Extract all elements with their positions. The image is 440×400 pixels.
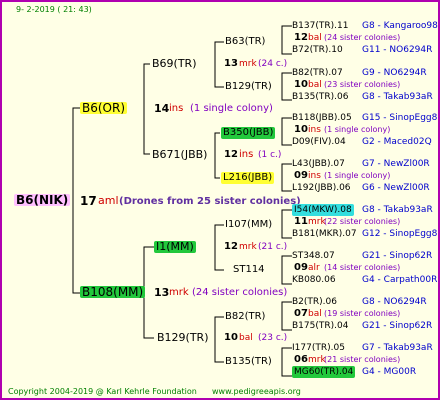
gen3-d1-queen[interactable]: B82(TR) <box>225 311 265 323</box>
gen1-upper-note: (1 single colony) <box>190 103 273 114</box>
gen3-d2-queen[interactable]: B135(TR) <box>225 356 272 368</box>
gen3-c1-queen[interactable]: I107(MM) <box>225 219 272 231</box>
gen1-upper-breeder: ins <box>169 103 184 114</box>
gen2-a-breeder: mrk <box>239 59 257 69</box>
footer-site-link[interactable]: www.pedigreeapis.org <box>212 387 301 396</box>
gen4-breeder: ins <box>308 125 321 135</box>
gen1-lower-year: 13 <box>154 286 170 299</box>
gen1-upper-year: 14 <box>154 102 170 115</box>
gen4-lower-queen[interactable]: B72(TR).10 <box>292 44 343 56</box>
gen4-year: 12 <box>294 32 308 43</box>
gen4-upper-lineage: G8 - Takab93aR <box>362 205 433 215</box>
gen2-c-queen[interactable]: I1(MM) <box>154 241 196 253</box>
root-queen[interactable]: B6(NIK) <box>14 194 71 206</box>
gen4-lower-queen[interactable]: B181(MKR).07 <box>292 228 357 240</box>
gen2-a-queen[interactable]: B69(TR) <box>152 58 197 70</box>
gen1-lower-note: (24 sister colonies) <box>192 287 288 298</box>
gen2-b-year: 12 <box>224 149 238 160</box>
gen2-b-note: (1 c.) <box>258 150 282 160</box>
gen1-upper-queen[interactable]: B6(OR) <box>80 102 128 114</box>
gen4-lower-lineage: G11 - NO6294R <box>362 45 433 55</box>
gen4-breeder: ins <box>308 171 321 181</box>
gen3-b1-queen[interactable]: B350(JBB) <box>221 127 276 139</box>
gen4-note: (22 sister colonies) <box>324 217 401 226</box>
gen4-lower-lineage: G12 - SinopEgg86R <box>362 229 438 239</box>
gen4-year: 10 <box>294 79 308 90</box>
gen4-year: 07 <box>294 308 308 319</box>
gen4-breeder: bal <box>308 309 322 319</box>
gen3-c2-queen[interactable]: ST114 <box>233 264 265 276</box>
gen4-lower-queen[interactable]: D09(FIV).04 <box>292 136 346 148</box>
gen4-note: (24 sister colonies) <box>324 33 401 42</box>
gen2-d-queen[interactable]: B129(TR) <box>157 332 209 344</box>
root-year: 17 <box>80 194 97 208</box>
gen2-a-note: (24 c.) <box>258 59 288 69</box>
gen4-upper-lineage: G21 - Sinop62R <box>362 251 433 261</box>
gen4-upper-queen[interactable]: B137(TR).11 <box>292 20 348 32</box>
gen4-breeder: bal <box>308 80 322 90</box>
gen4-lower-queen[interactable]: MG60(TR).04 <box>292 366 356 378</box>
gen4-lower-queen[interactable]: L192(JBB).06 <box>292 182 351 194</box>
gen4-year: 10 <box>294 124 308 135</box>
gen2-d-note: (23 c.) <box>258 333 288 343</box>
gen4-upper-lineage: G8 - NO6294R <box>362 297 427 307</box>
gen3-a1-queen[interactable]: B63(TR) <box>225 36 265 48</box>
gen4-note: (23 sister colonies) <box>324 80 401 89</box>
gen2-c-breeder: mrk <box>239 242 257 252</box>
gen4-year: 06 <box>294 354 308 365</box>
gen4-upper-lineage: G15 - SinopEgg86R <box>362 113 438 123</box>
gen3-b2-queen[interactable]: L216(JBB) <box>221 172 275 184</box>
gen2-c-year: 12 <box>224 241 238 252</box>
gen2-b-queen[interactable]: B671(JBB) <box>152 149 207 161</box>
gen4-upper-queen[interactable]: L43(JBB).07 <box>292 158 345 170</box>
gen4-lower-lineage: G21 - Sinop62R <box>362 321 433 331</box>
gen3-a2-queen[interactable]: B129(TR) <box>225 81 272 93</box>
gen4-breeder: bal <box>308 33 322 43</box>
gen2-c-note: (21 c.) <box>258 242 288 252</box>
gen4-upper-lineage: G9 - NO6294R <box>362 68 427 78</box>
gen4-lower-queen[interactable]: KB080.06 <box>292 274 336 286</box>
gen4-note: (19 sister colonies) <box>324 309 401 318</box>
gen4-lower-lineage: G4 - MG00R <box>362 367 417 377</box>
gen2-a-year: 13 <box>224 58 238 69</box>
gen4-upper-queen[interactable]: B82(TR).07 <box>292 67 343 79</box>
root-breeder: aml <box>98 194 119 207</box>
gen4-upper-queen[interactable]: ST348.07 <box>292 250 335 262</box>
gen4-lower-lineage: G6 - NewZl00R <box>362 183 430 193</box>
gen4-upper-lineage: G7 - Takab93aR <box>362 343 433 353</box>
gen2-b-breeder: ins <box>239 149 254 160</box>
gen4-upper-queen[interactable]: B2(TR).06 <box>292 296 337 308</box>
timestamp: 9- 2-2019 ( 21: 43) <box>16 5 92 14</box>
gen4-lower-queen[interactable]: B135(TR).06 <box>292 91 348 103</box>
root-drone-note: (Drones from 25 sister colonies) <box>119 196 301 207</box>
gen4-year: 11 <box>294 216 308 227</box>
gen4-year: 09 <box>294 170 308 181</box>
gen4-note: (1 single colony) <box>324 125 391 134</box>
gen4-note: (21 sister colonies) <box>324 355 401 364</box>
gen4-breeder: alr <box>308 263 320 273</box>
gen2-d-year: 10 <box>224 332 238 343</box>
gen4-note: (1 single colony) <box>324 171 391 180</box>
gen1-lower-breeder: mrk <box>169 287 189 298</box>
footer-copyright: Copyright 2004-2019 @ Karl Kehrle Founda… <box>8 387 197 396</box>
gen4-upper-queen[interactable]: I177(TR).05 <box>292 342 345 354</box>
gen4-upper-lineage: G7 - NewZl00R <box>362 159 430 169</box>
gen1-lower-queen[interactable]: B108(MM) <box>80 286 146 298</box>
gen4-upper-lineage: G8 - Kangaroo98R <box>362 21 440 31</box>
gen2-d-breeder: bal <box>239 333 253 343</box>
gen4-lower-queen[interactable]: B175(TR).04 <box>292 320 348 332</box>
gen4-upper-queen[interactable]: I54(MKW).08 <box>292 204 354 216</box>
gen4-lower-lineage: G2 - Maced02Q <box>362 137 432 147</box>
gen4-upper-queen[interactable]: B118(JBB).05 <box>292 112 352 124</box>
gen4-lower-lineage: G8 - Takab93aR <box>362 92 433 102</box>
gen4-lower-lineage: G4 - Carpath00R <box>362 275 438 285</box>
gen4-note: (14 sister colonies) <box>324 263 401 272</box>
gen4-year: 09 <box>294 262 308 273</box>
pedigree-frame: 9- 2-2019 ( 21: 43) B6(NIK) 17 aml (Dron… <box>0 0 440 400</box>
